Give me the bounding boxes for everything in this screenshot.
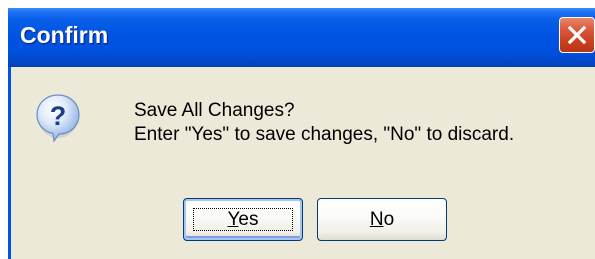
no-mnemonic: N (369, 208, 384, 230)
yes-label-rest: es (238, 208, 259, 230)
title-bar[interactable]: Confirm (8, 8, 595, 67)
window-frame (8, 67, 11, 259)
no-button-label: No (370, 209, 394, 231)
no-label-rest: o (383, 208, 395, 230)
message-line-1: Save All Changes? (134, 100, 295, 121)
close-icon (567, 25, 587, 45)
svg-text:?: ? (50, 101, 67, 131)
yes-button-label: Yes (227, 209, 258, 231)
no-button[interactable]: No (317, 198, 447, 241)
question-icon: ? (36, 94, 80, 143)
message-text: Save All Changes? Enter "Yes" to save ch… (134, 99, 514, 147)
yes-mnemonic: Y (227, 208, 239, 230)
close-button[interactable] (559, 17, 595, 53)
yes-button[interactable]: Yes (183, 198, 303, 241)
confirm-dialog: Confirm ? Save All Changes? Enter "Yes" … (8, 8, 595, 259)
dialog-title: Confirm (20, 22, 109, 48)
message-line-2: Enter "Yes" to save changes, "No" to dis… (134, 124, 515, 145)
